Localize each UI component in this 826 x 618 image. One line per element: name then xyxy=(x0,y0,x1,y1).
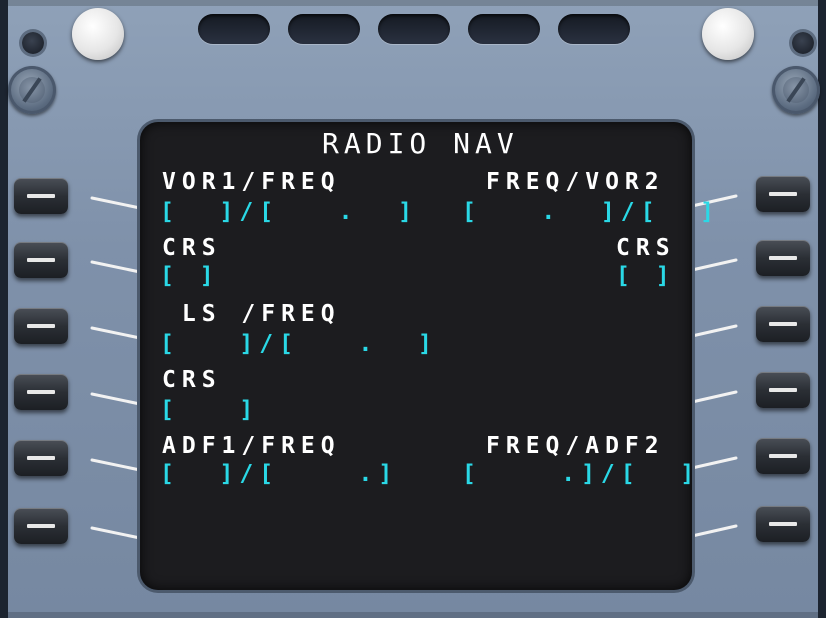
lsk-6r-dash-key-icon[interactable] xyxy=(756,506,810,542)
ls-freq-label: LS /FREQ xyxy=(162,301,341,327)
ls-crs-label: CRS xyxy=(162,367,222,393)
vor1-freq-label: VOR1/FREQ xyxy=(162,169,341,195)
ls-freq-field[interactable]: [ ]/[ . ] xyxy=(160,330,438,358)
freq-adf2-field[interactable]: [ .]/[ ] xyxy=(462,460,700,488)
lsk-3l-dash-key-icon[interactable] xyxy=(14,308,68,344)
ls-crs-field[interactable]: [ ] xyxy=(160,396,259,424)
lsk-5l-dash-key-icon[interactable] xyxy=(14,440,68,476)
crs-left-field[interactable]: [ ] xyxy=(160,262,220,290)
lsk-5r-dash-key-icon[interactable] xyxy=(756,438,810,474)
lsk-6l-dash-key-icon[interactable] xyxy=(14,508,68,544)
lsk-4r-dash-key-icon[interactable] xyxy=(756,372,810,408)
crs-left-label: CRS xyxy=(162,235,222,261)
lsk-1r-dash-key-icon[interactable] xyxy=(756,176,810,212)
lsk-3r-dash-key-icon[interactable] xyxy=(756,306,810,342)
freq-vor2-label: FREQ/VOR2 xyxy=(486,169,665,195)
page-title: RADIO NAV xyxy=(322,127,519,160)
freq-vor2-field[interactable]: [ . ]/[ ] xyxy=(462,198,720,226)
freq-adf2-label: FREQ/ADF2 xyxy=(486,433,665,459)
adf1-freq-field[interactable]: [ ]/[ .] xyxy=(160,460,398,488)
lsk-4l-dash-key-icon[interactable] xyxy=(14,374,68,410)
lsk-2r-dash-key-icon[interactable] xyxy=(756,240,810,276)
lsk-1l-dash-key-icon[interactable] xyxy=(14,178,68,214)
crs-right-field[interactable]: [ ] xyxy=(616,262,676,290)
adf1-freq-label: ADF1/FREQ xyxy=(162,433,341,459)
lsk-2l-dash-key-icon[interactable] xyxy=(14,242,68,278)
crs-right-label: CRS xyxy=(616,235,676,261)
vor1-freq-field[interactable]: [ ]/[ . ] xyxy=(160,198,418,226)
